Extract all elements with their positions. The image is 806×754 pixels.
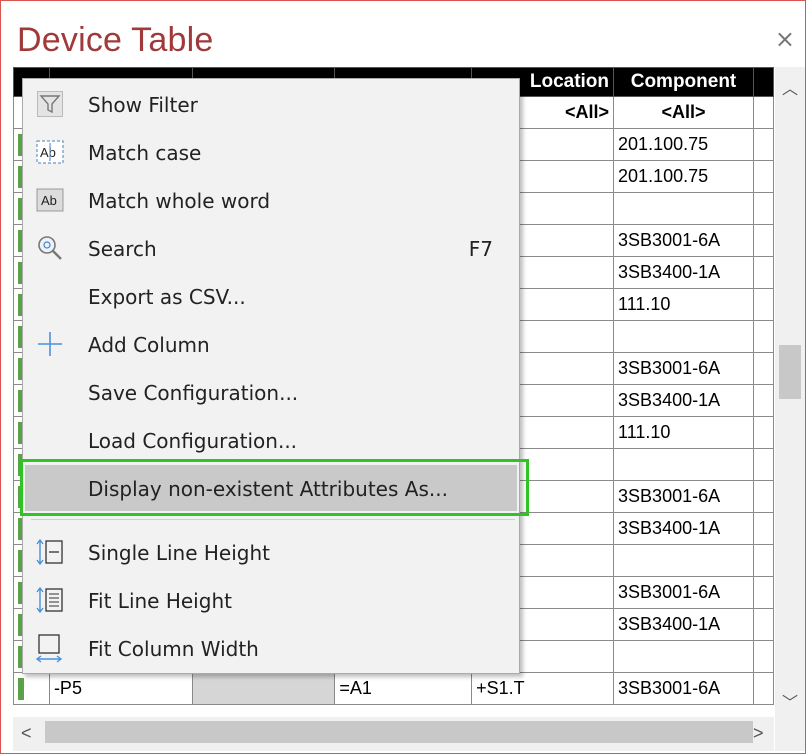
vertical-scroll-thumb[interactable]	[779, 345, 801, 399]
scroll-up-icon[interactable]: ︿	[775, 75, 805, 99]
cell-extra[interactable]	[752, 512, 774, 545]
cell-component[interactable]: 3SB3001-6A	[613, 352, 754, 385]
menu-item-search[interactable]: Search F7	[25, 225, 517, 271]
row-status-icon	[13, 672, 50, 705]
menu-item-export-csv[interactable]: Export as CSV...	[25, 273, 517, 319]
cell-component[interactable]: 3SB3001-6A	[613, 672, 754, 705]
menu-item-fit-line-height[interactable]: Fit Line Height	[25, 577, 517, 623]
cell-extra[interactable]	[752, 128, 774, 161]
cell-extra[interactable]	[752, 384, 774, 417]
cell-extra[interactable]	[752, 160, 774, 193]
cell-component[interactable]: 3SB3001-6A	[613, 576, 754, 609]
cell-component[interactable]: 111.10	[613, 288, 754, 321]
cell-component[interactable]	[613, 640, 754, 673]
cell-extra[interactable]	[752, 448, 774, 481]
cell-extra[interactable]	[752, 608, 774, 641]
scroll-left-icon[interactable]: <	[21, 723, 32, 744]
cell-extra[interactable]	[752, 256, 774, 289]
scroll-down-icon[interactable]: ﹀	[775, 689, 805, 713]
cell-extra[interactable]	[752, 320, 774, 353]
header-component[interactable]: Component	[613, 67, 754, 97]
cell-component[interactable]: 111.10	[613, 416, 754, 449]
cell-extra[interactable]	[752, 576, 774, 609]
cell-assignment[interactable]: =A1	[334, 672, 473, 705]
cell-component[interactable]	[613, 448, 754, 481]
cell-component[interactable]: 201.100.75	[613, 128, 754, 161]
scroll-right-icon[interactable]: >	[753, 723, 764, 744]
cell-component[interactable]: 3SB3001-6A	[613, 224, 754, 257]
close-icon[interactable]: ×	[775, 27, 795, 51]
cell-extra[interactable]	[752, 224, 774, 257]
search-icon	[35, 233, 65, 263]
menu-item-save-configuration[interactable]: Save Configuration...	[25, 369, 517, 415]
horizontal-scroll-thumb[interactable]	[45, 721, 753, 743]
horizontal-scrollbar[interactable]: < >	[13, 717, 774, 751]
search-shortcut: F7	[468, 237, 493, 261]
cell-device-tag[interactable]: -P5	[48, 672, 193, 705]
cell-extra[interactable]	[752, 416, 774, 449]
cell-extra[interactable]	[752, 640, 774, 673]
cell-location[interactable]: +S1.T	[471, 672, 615, 705]
menu-item-display-non-existent-attributes[interactable]: Display non-existent Attributes As...	[25, 465, 517, 511]
menu-item-single-line-height[interactable]: Single Line Height	[25, 529, 517, 575]
fit-column-width-icon	[35, 633, 65, 663]
match-case-icon: Ab	[35, 137, 65, 167]
cell-extra[interactable]	[752, 288, 774, 321]
cell-component[interactable]: 3SB3400-1A	[613, 384, 754, 417]
cell-component[interactable]	[613, 192, 754, 225]
cell-component[interactable]: 3SB3001-6A	[613, 480, 754, 513]
cell-component[interactable]	[613, 320, 754, 353]
fit-line-height-icon	[35, 585, 65, 615]
menu-item-match-whole-word[interactable]: Ab Match whole word	[25, 177, 517, 223]
cell-extra[interactable]	[752, 352, 774, 385]
window-title: Device Table	[17, 21, 214, 59]
cell-extra[interactable]	[752, 544, 774, 577]
single-line-height-icon	[35, 537, 65, 567]
context-menu: Show Filter Ab Match case Ab Match whole…	[22, 78, 520, 674]
match-whole-word-icon: Ab	[35, 185, 65, 215]
cell-extra[interactable]	[752, 480, 774, 513]
filter-icon	[35, 89, 65, 119]
cell-component[interactable]: 3SB3400-1A	[613, 256, 754, 289]
menu-item-match-case[interactable]: Ab Match case	[25, 129, 517, 175]
cell-extra[interactable]	[752, 192, 774, 225]
svg-text:Ab: Ab	[40, 145, 56, 160]
svg-text:Ab: Ab	[41, 193, 57, 208]
cell-function[interactable]	[191, 672, 336, 705]
menu-item-fit-column-width[interactable]: Fit Column Width	[25, 625, 517, 671]
plus-icon	[35, 329, 65, 359]
cell-component[interactable]: 201.100.75	[613, 160, 754, 193]
cell-component[interactable]: 3SB3400-1A	[613, 512, 754, 545]
cell-component[interactable]	[613, 544, 754, 577]
vertical-scrollbar[interactable]: ︿ ﹀	[775, 67, 805, 717]
table-row[interactable]: -P5 =A1 +S1.T 3SB3001-6A	[13, 672, 774, 705]
menu-item-show-filter[interactable]: Show Filter	[25, 81, 517, 127]
filter-component[interactable]: <All>	[613, 96, 754, 129]
cell-component[interactable]: 3SB3400-1A	[613, 608, 754, 641]
cell-extra[interactable]	[752, 672, 774, 705]
menu-item-load-configuration[interactable]: Load Configuration...	[25, 417, 517, 463]
menu-item-add-column[interactable]: Add Column	[25, 321, 517, 367]
